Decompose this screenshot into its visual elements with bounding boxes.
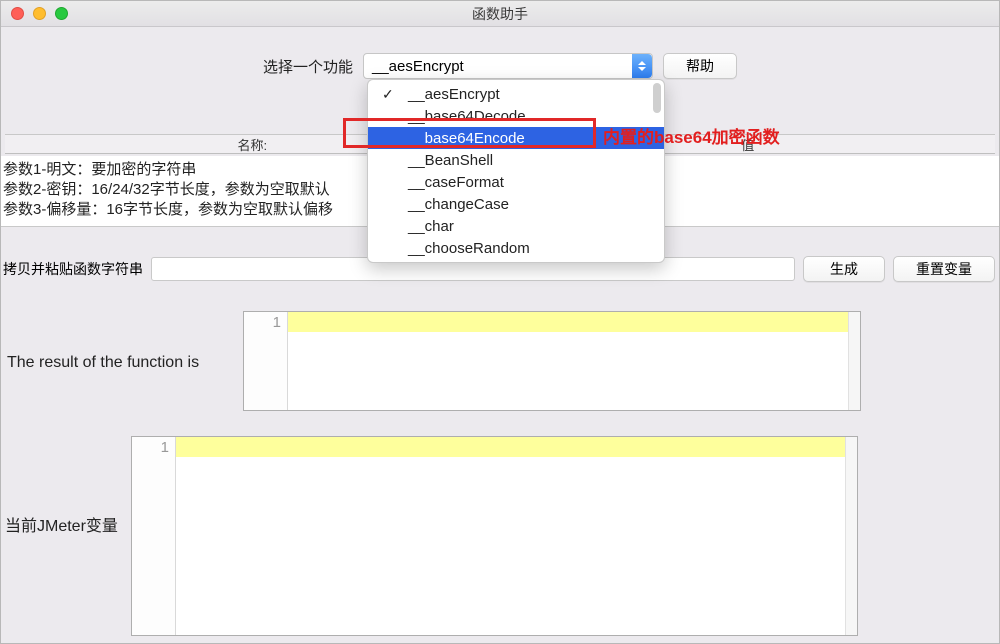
dropdown-item[interactable]: __char [368, 215, 664, 237]
function-combobox-value: __aesEncrypt [372, 58, 464, 75]
function-combobox[interactable]: __aesEncrypt [363, 53, 653, 79]
current-line-highlight [288, 312, 848, 332]
dropdown-item[interactable]: __BeanShell [368, 149, 664, 171]
copy-label: 拷贝并粘贴函数字符串 [3, 259, 143, 279]
dropdown-item-label: __aesEncrypt [408, 86, 500, 103]
current-line-highlight [176, 437, 845, 457]
select-function-label: 选择一个功能 [263, 56, 353, 77]
jmeter-vars-panel[interactable]: 1 [131, 436, 858, 636]
dropdown-item-label: __changeCase [408, 196, 509, 213]
dropdown-item[interactable]: __changeCase [368, 193, 664, 215]
scrollbar[interactable] [848, 312, 860, 410]
dropdown-item-label: __chooseRandom [408, 240, 530, 257]
scrollbar[interactable] [845, 437, 857, 635]
window-title: 函数助手 [1, 4, 999, 24]
generate-button[interactable]: 生成 [803, 256, 885, 282]
dropdown-item-label: __caseFormat [408, 174, 504, 191]
dropdown-item[interactable]: __chooseRandom [368, 237, 664, 259]
dropdown-item[interactable]: __base64Decode [368, 105, 664, 127]
chevron-updown-icon[interactable] [632, 54, 652, 78]
gutter-linenum: 1 [244, 312, 288, 410]
dropdown-item-label: __char [408, 218, 454, 235]
dropdown-item-label: __base64Encode [408, 130, 525, 147]
result-panel[interactable]: 1 [243, 311, 861, 411]
dropdown-item[interactable]: __caseFormat [368, 171, 664, 193]
dropdown-item[interactable]: __base64Encode [368, 127, 664, 149]
gutter-linenum: 1 [132, 437, 176, 635]
function-select-row: 选择一个功能 __aesEncrypt 帮助 [1, 53, 999, 79]
jmeter-vars-label: 当前JMeter变量 [5, 512, 118, 536]
function-helper-window: 函数助手 选择一个功能 __aesEncrypt 帮助 名称: 值 参数1-明文… [0, 0, 1000, 644]
dropdown-item[interactable]: ✓ __aesEncrypt [368, 83, 664, 105]
titlebar: 函数助手 [1, 1, 999, 27]
function-dropdown-menu[interactable]: ✓ __aesEncrypt __base64Decode __base64En… [367, 79, 665, 263]
dropdown-item-label: __base64Decode [408, 108, 526, 125]
check-icon: ✓ [382, 86, 394, 103]
help-button[interactable]: 帮助 [663, 53, 737, 79]
result-label: The result of the function is [7, 354, 199, 372]
reset-vars-button[interactable]: 重置变量 [893, 256, 995, 282]
dropdown-item-label: __BeanShell [408, 152, 493, 169]
